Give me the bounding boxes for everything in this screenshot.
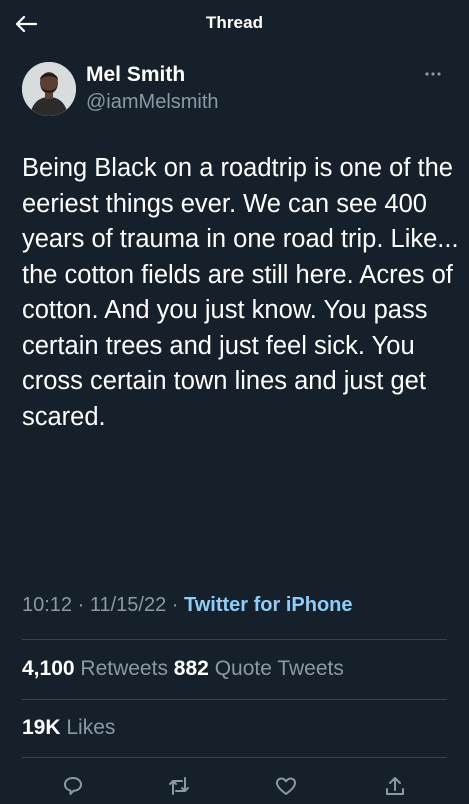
tweet-author: Mel Smith @iamMelsmith	[22, 60, 455, 118]
retweets-stat[interactable]: 4,100 Retweets	[22, 657, 168, 680]
retweets-label: Retweets	[80, 657, 168, 680]
quotes-label: Quote Tweets	[214, 657, 344, 680]
engagement-stats: 4,100 Retweets 882 Quote Tweets	[22, 657, 344, 681]
likes-count: 19K	[22, 716, 61, 739]
author-name[interactable]: Mel Smith	[86, 63, 185, 87]
reply-icon	[64, 777, 82, 795]
share-icon	[386, 777, 404, 795]
separator: ·	[72, 594, 90, 616]
quote-tweets-stat[interactable]: 882 Quote Tweets	[174, 657, 344, 680]
tweet-time[interactable]: 10:12	[22, 594, 72, 616]
likes-stat[interactable]: 19K Likes	[22, 716, 115, 740]
retweets-count: 4,100	[22, 657, 75, 680]
tweet-metadata: 10:12 · 11/15/22 · Twitter for iPhone	[22, 594, 353, 617]
likes-label: Likes	[66, 716, 116, 739]
tweet-text: Being Black on a roadtrip is one of the …	[22, 154, 459, 431]
quotes-count: 882	[173, 657, 209, 680]
tweet-actions	[0, 770, 469, 800]
more-icon	[425, 72, 441, 76]
divider	[22, 757, 447, 758]
more-options-button[interactable]	[419, 64, 447, 84]
avatar[interactable]	[22, 62, 76, 116]
top-bar: Thread	[0, 0, 469, 48]
retweet-icon	[169, 777, 189, 795]
author-handle[interactable]: @iamMelsmith	[86, 91, 219, 114]
divider	[22, 699, 447, 700]
tweet-source-link[interactable]: Twitter for iPhone	[184, 594, 353, 616]
tweet-date[interactable]: 11/15/22	[90, 594, 166, 616]
like-icon	[276, 777, 296, 795]
divider	[22, 639, 447, 640]
page-title: Thread	[205, 13, 264, 32]
separator: ·	[166, 594, 184, 616]
